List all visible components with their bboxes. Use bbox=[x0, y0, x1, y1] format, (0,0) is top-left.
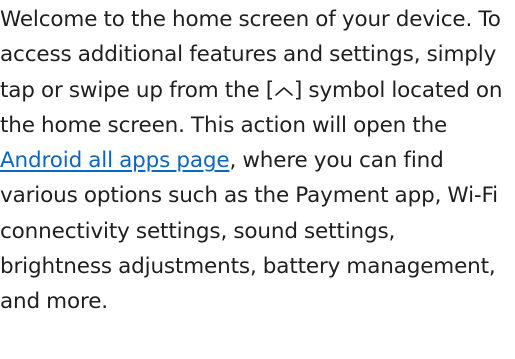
bracket-close: ] bbox=[293, 77, 303, 103]
instruction-text-block: Welcome to the home screen of your devic… bbox=[0, 2, 515, 320]
bracket-open: [ bbox=[265, 77, 274, 103]
instruction-paragraph: Welcome to the home screen of your devic… bbox=[0, 2, 509, 320]
android-all-apps-link[interactable]: Android all apps page bbox=[0, 148, 230, 173]
chevron-up-icon bbox=[274, 78, 294, 103]
